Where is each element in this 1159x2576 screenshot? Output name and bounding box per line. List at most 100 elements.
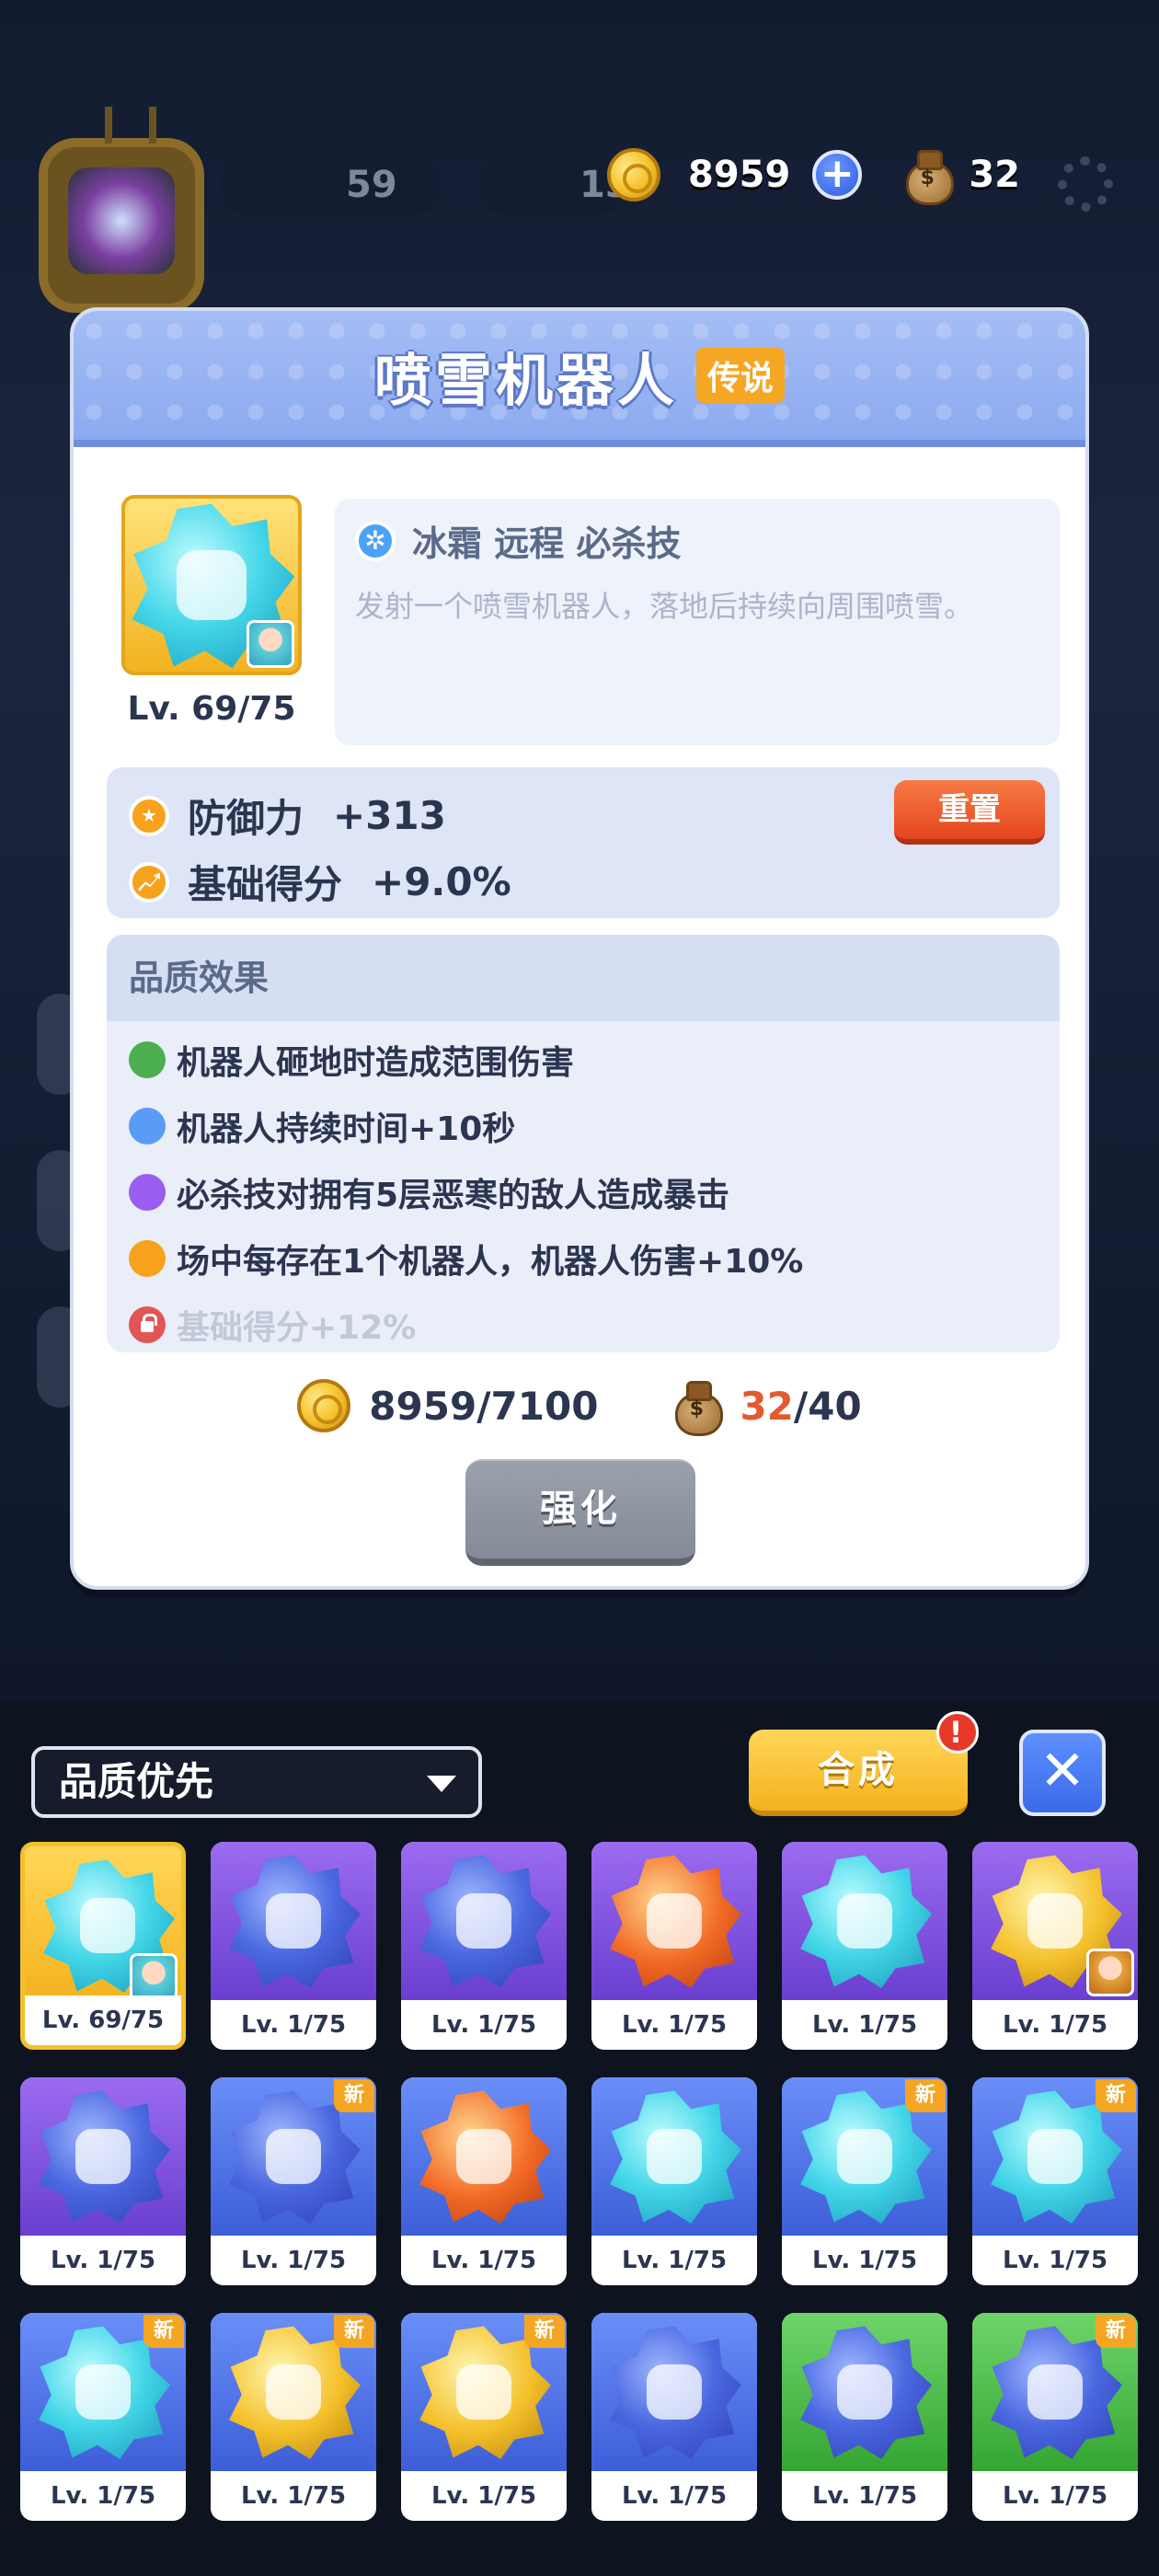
cost-coins-need: /7100 [476, 1383, 599, 1429]
skill-card-level: Lv. 1/75 [782, 2000, 947, 2050]
skill-emblem-icon [610, 2090, 741, 2224]
new-badge: 新 [905, 2079, 946, 2112]
skill-card[interactable]: 新 Lv. 1/75 [401, 2313, 567, 2521]
skill-card[interactable]: 新 Lv. 1/75 [972, 2077, 1138, 2285]
skill-card-level: Lv. 1/75 [591, 2236, 757, 2285]
skill-card[interactable]: 新 Lv. 1/75 [782, 2077, 947, 2285]
new-badge: 新 [524, 2315, 565, 2348]
synthesize-label: 合成 [818, 1749, 899, 1791]
stats-box: 防御力 +313 基础得分 +9.0% 重置 [107, 767, 1060, 918]
skill-card-art [591, 2313, 757, 2471]
quality-effect: 机器人砸地时造成范围伤害 [107, 1027, 1060, 1093]
background-resource-value: 59 [346, 164, 397, 206]
settings-gear-icon[interactable] [1058, 156, 1113, 212]
skill-card-art [401, 1842, 567, 2000]
quality-effects-box: 品质效果 机器人砸地时造成范围伤害机器人持续时间+10秒必杀技对拥有5层恶寒的敌… [107, 935, 1060, 1352]
skill-card[interactable]: Lv. 69/75 [20, 1842, 186, 2050]
skill-card-level: Lv. 69/75 [25, 1995, 181, 2045]
skill-card-level: Lv. 1/75 [211, 2471, 376, 2521]
skill-card-level: Lv. 1/75 [211, 2236, 376, 2285]
skill-card[interactable]: Lv. 1/75 [20, 2077, 186, 2285]
skill-emblem-icon [800, 2326, 932, 2459]
quality-effect-locked: 基础得分+12% [107, 1292, 1060, 1352]
quality-effect: 必杀技对拥有5层恶寒的敌人造成暴击 [107, 1159, 1060, 1225]
skill-card-level: Lv. 1/75 [211, 2000, 376, 2050]
skill-card[interactable]: Lv. 1/75 [591, 2313, 757, 2521]
quality-effect-text: 场中每存在1个机器人，机器人伤害+10% [177, 1243, 804, 1281]
quality-effect-text: 机器人持续时间+10秒 [177, 1110, 516, 1148]
quality-header: 品质效果 [107, 935, 1060, 1021]
skill-description-box: 冰霜 远程 必杀技 发射一个喷雪机器人，落地后持续向周围喷雪。 [335, 499, 1060, 745]
skill-card-level: Lv. 1/75 [401, 2000, 567, 2050]
stat-label: 基础得分 [188, 862, 343, 907]
skill-card-art [401, 2077, 567, 2236]
close-button[interactable]: ✕ [1019, 1730, 1106, 1816]
skill-card[interactable]: Lv. 1/75 [211, 1842, 376, 2050]
cost-coins-have: 8959 [369, 1383, 477, 1429]
caret-down-icon [427, 1776, 456, 1792]
add-coins-button[interactable]: + [812, 150, 863, 200]
new-badge: 新 [334, 2315, 374, 2348]
money-bag-icon: $ [671, 1379, 724, 1436]
trend-up-icon [129, 861, 169, 903]
skill-card-art [782, 1842, 947, 2000]
skill-level: Lv. 69/75 [127, 690, 296, 728]
skill-card[interactable]: Lv. 1/75 [591, 1842, 757, 2050]
skill-card-art [591, 1842, 757, 2000]
character-portrait-icon [247, 620, 294, 668]
background-resource-pill: 13 [478, 155, 631, 215]
skill-card[interactable]: Lv. 1/75 [401, 1842, 567, 2050]
skill-card[interactable]: 新 Lv. 1/75 [211, 2313, 376, 2521]
alert-badge: ! [936, 1711, 979, 1754]
stat-value: +9.0% [372, 859, 511, 904]
rarity-badge: 传说 [696, 348, 786, 403]
coin-icon [297, 1379, 351, 1432]
skill-card[interactable]: 新 Lv. 1/75 [972, 2313, 1138, 2521]
skill-card[interactable]: 新 Lv. 1/75 [20, 2313, 186, 2521]
synthesize-button[interactable]: 合成 ! [749, 1711, 979, 1816]
skill-card-art [25, 1846, 181, 2005]
upgrade-button[interactable]: 强化 [465, 1459, 695, 1566]
coin-count: 8959 [688, 154, 791, 196]
new-badge: 新 [1096, 2315, 1136, 2348]
skill-card-art [591, 2077, 757, 2236]
skill-card[interactable]: Lv. 1/75 [972, 1842, 1138, 2050]
skill-card-level: Lv. 1/75 [401, 2236, 567, 2285]
skill-card[interactable]: Lv. 1/75 [591, 2077, 757, 2285]
bag-count: 32 [969, 154, 1020, 196]
stat-defense: 防御力 +313 [129, 788, 446, 844]
star-badge-icon [129, 795, 169, 836]
skill-emblem-icon [800, 1855, 932, 1988]
quality-dot-icon [129, 1108, 166, 1144]
currency-bar: 8959 + $ 32 [607, 138, 1020, 212]
cost-bags-need: /40 [793, 1383, 862, 1429]
skill-emblem-icon [39, 2090, 170, 2224]
skill-card-level: Lv. 1/75 [20, 2236, 186, 2285]
skill-card[interactable]: Lv. 1/75 [782, 2313, 947, 2521]
stat-value: +313 [333, 793, 446, 838]
skill-card-level: Lv. 1/75 [20, 2471, 186, 2521]
skill-card-level: Lv. 1/75 [782, 2236, 947, 2285]
skill-card[interactable]: Lv. 1/75 [401, 2077, 567, 2285]
new-badge: 新 [143, 2315, 184, 2348]
quality-effect: 场中每存在1个机器人，机器人伤害+10% [107, 1225, 1060, 1292]
new-badge: 新 [1096, 2079, 1136, 2112]
skill-tags: 冰霜 远程 必杀技 [412, 523, 682, 564]
quality-effect-text: 基础得分+12% [177, 1309, 417, 1347]
quality-dot-icon [129, 1240, 166, 1277]
sort-selected-value: 品质优先 [59, 1759, 214, 1804]
skill-emblem-icon [610, 1855, 741, 1988]
coin-icon [607, 148, 660, 201]
stat-label: 防御力 [188, 796, 304, 841]
quality-dot-icon [129, 1174, 166, 1211]
reset-button[interactable]: 重置 [894, 780, 1045, 845]
skill-card[interactable]: 新 Lv. 1/75 [211, 2077, 376, 2285]
skill-description: 发射一个喷雪机器人，落地后持续向周围喷雪。 [355, 589, 974, 624]
skill-card-level: Lv. 1/75 [591, 2000, 757, 2050]
skill-card[interactable]: Lv. 1/75 [782, 1842, 947, 2050]
skill-card-level: Lv. 1/75 [401, 2471, 567, 2521]
modal-header: 喷雪机器人 传说 [74, 311, 1085, 447]
skill-card-level: Lv. 1/75 [782, 2471, 947, 2521]
character-portrait-icon [130, 1953, 178, 2001]
sort-dropdown[interactable]: 品质优先 [31, 1746, 482, 1818]
